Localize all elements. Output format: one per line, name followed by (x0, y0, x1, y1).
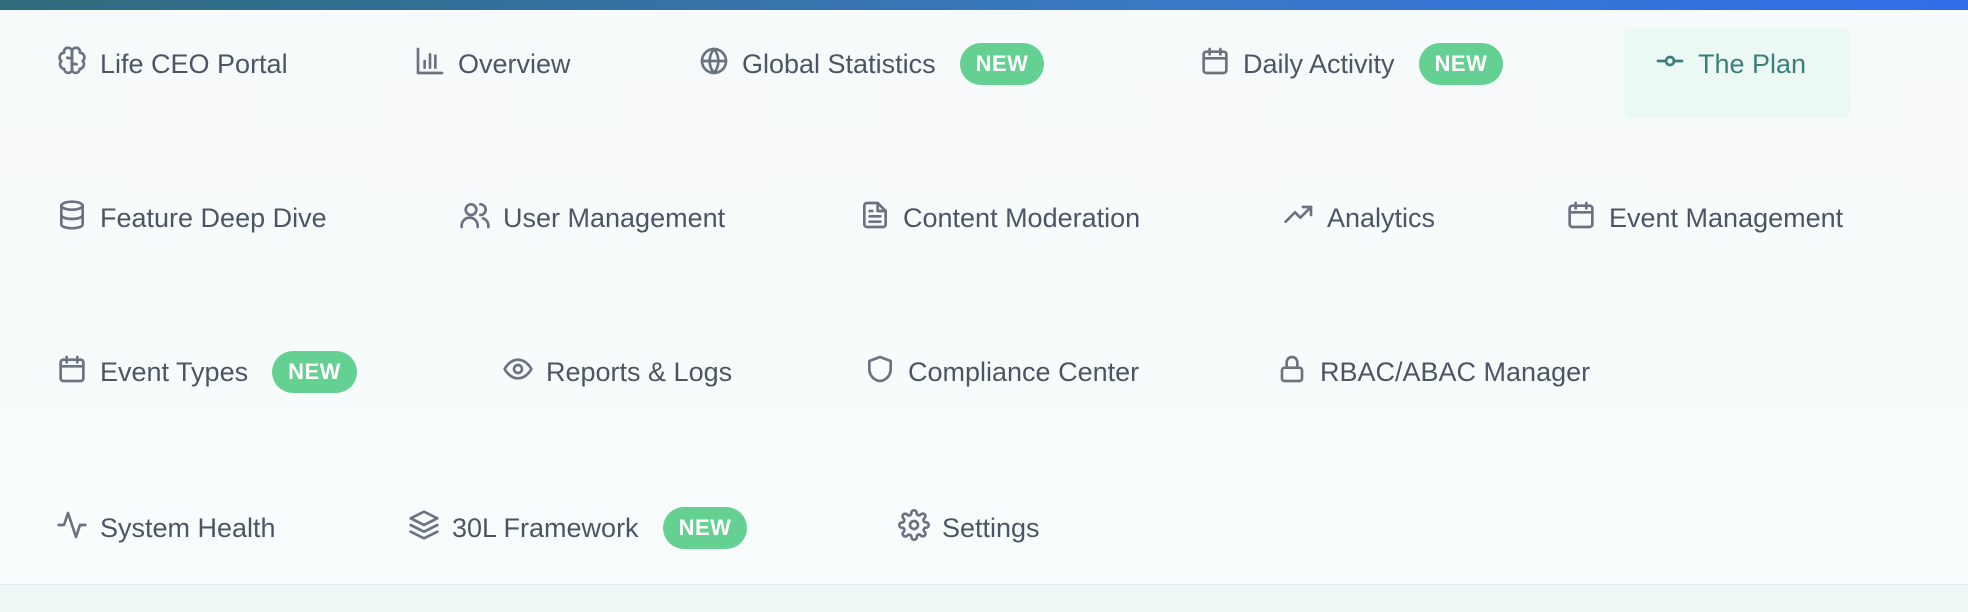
nav-item-user-management[interactable]: User Management (459, 198, 725, 238)
nav-item-label: Life CEO Portal (100, 48, 288, 79)
nav-item-label: RBAC/ABAC Manager (1320, 356, 1591, 387)
nav-item-content-moderation[interactable]: Content Moderation (859, 198, 1140, 238)
nav-item-label: Event Management (1609, 202, 1844, 233)
new-badge: NEW (1418, 43, 1504, 85)
nav-item-label: Global Statistics (742, 48, 936, 79)
trending-up-icon (1283, 199, 1315, 238)
layers-icon (408, 509, 440, 548)
shield-icon (864, 353, 896, 392)
nav-item-system-health[interactable]: System Health (56, 508, 276, 548)
nav-item-compliance-center[interactable]: Compliance Center (864, 352, 1139, 392)
activity-icon (56, 509, 88, 548)
nav-item-reports-logs[interactable]: Reports & Logs (502, 352, 732, 392)
brain-icon (56, 45, 88, 84)
nav-item-label: Compliance Center (908, 356, 1140, 387)
nav-item-label: Daily Activity (1243, 48, 1395, 79)
nav-item-label: Event Types (100, 356, 249, 387)
lock-icon (1276, 353, 1308, 392)
nav-item-label: Settings (942, 512, 1040, 543)
settings-icon (898, 508, 930, 548)
database-icon (56, 199, 88, 238)
file-text-icon (859, 199, 891, 238)
nav-item-label: Analytics (1327, 202, 1436, 233)
nav-item-overview[interactable]: Overview (414, 44, 571, 84)
nav-item-label: The Plan (1698, 48, 1807, 79)
calendar-icon (1565, 199, 1597, 238)
nav-item-global-statistics[interactable]: Global Statistics NEW (698, 43, 1045, 85)
nav-item-life-ceo-portal[interactable]: Life CEO Portal (56, 44, 288, 84)
nav-item-label: Overview (458, 48, 571, 79)
git-commit-icon (1654, 45, 1686, 84)
globe-icon (698, 45, 730, 84)
calendar-icon (56, 353, 88, 392)
nav-item-label: User Management (503, 202, 726, 233)
nav-item-event-management[interactable]: Event Management (1565, 198, 1843, 238)
nav-item-rbac-abac-manager[interactable]: RBAC/ABAC Manager (1276, 352, 1590, 392)
bar-chart-icon (414, 45, 446, 84)
nav-item-label: System Health (100, 512, 276, 543)
new-badge: NEW (959, 43, 1045, 85)
new-badge: NEW (662, 507, 748, 549)
nav-item-feature-deep-dive[interactable]: Feature Deep Dive (56, 198, 327, 238)
nav-item-analytics[interactable]: Analytics (1283, 198, 1435, 238)
nav-item-label: Feature Deep Dive (100, 202, 327, 233)
nav-item-30l-framework[interactable]: 30L Framework NEW (408, 507, 748, 549)
top-accent-bar (0, 0, 1968, 10)
calendar-icon (1199, 45, 1231, 84)
nav-item-label: Content Moderation (903, 202, 1141, 233)
nav-item-the-plan[interactable]: The Plan (1654, 44, 1806, 84)
nav-item-label: Reports & Logs (546, 356, 733, 387)
nav-item-daily-activity[interactable]: Daily Activity NEW (1199, 43, 1504, 85)
nav-item-label: 30L Framework (452, 512, 639, 543)
content-area-edge (0, 585, 1968, 612)
users-icon (459, 199, 491, 238)
nav-item-settings[interactable]: Settings (898, 508, 1040, 548)
eye-icon (502, 353, 534, 392)
nav-item-event-types[interactable]: Event Types NEW (56, 351, 357, 393)
new-badge: NEW (272, 351, 357, 393)
